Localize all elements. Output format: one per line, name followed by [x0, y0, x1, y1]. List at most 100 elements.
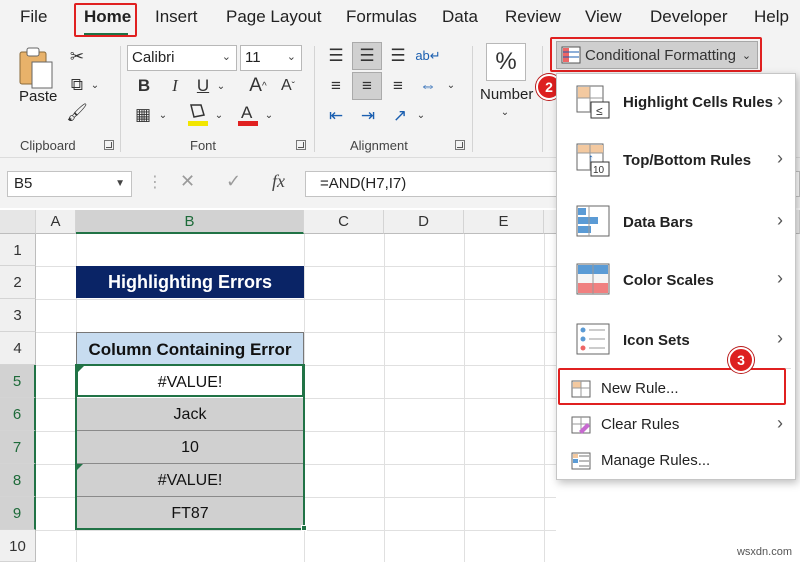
copy-dropdown-icon[interactable]: ⌄: [88, 74, 102, 96]
name-box[interactable]: B5 ▼: [7, 171, 132, 197]
borders-dropdown-icon[interactable]: ⌄: [156, 104, 170, 126]
menu-item-label: Icon Sets: [623, 332, 690, 349]
tab-file[interactable]: File: [20, 7, 47, 27]
chevron-down-icon: ⌄: [221, 51, 231, 63]
row-header-7[interactable]: 7: [0, 431, 36, 464]
cell-b9[interactable]: FT87: [76, 497, 304, 530]
font-launcher-icon[interactable]: [296, 140, 306, 150]
align-center-icon[interactable]: ≡: [352, 72, 382, 100]
chevron-down-icon: ⌄: [286, 51, 296, 63]
top-align-icon[interactable]: ☰: [322, 44, 350, 68]
row-header-4[interactable]: 4: [0, 332, 36, 365]
shrink-font-button[interactable]: Aˇ: [276, 74, 300, 98]
cell-b5[interactable]: #VALUE!: [76, 364, 304, 397]
cell-b7[interactable]: 10: [76, 431, 304, 464]
paste-button[interactable]: [14, 46, 58, 90]
underline-dropdown-icon[interactable]: ⌄: [214, 75, 228, 97]
menu-item-highlight-cells-rules[interactable]: ≤ Highlight Cells Rules ›: [557, 74, 797, 132]
column-header-a[interactable]: A: [36, 210, 76, 234]
fill-handle[interactable]: [301, 525, 307, 531]
number-label[interactable]: Number: [480, 86, 533, 103]
alignment-launcher-icon[interactable]: [455, 140, 465, 150]
tab-view[interactable]: View: [585, 7, 622, 27]
column-header-d[interactable]: D: [384, 210, 464, 234]
tab-data[interactable]: Data: [442, 7, 478, 27]
column-header-b[interactable]: B: [76, 210, 304, 234]
merge-center-icon[interactable]: ⇔: [414, 72, 442, 100]
tab-insert[interactable]: Insert: [155, 7, 198, 27]
step-badge-3: 3: [728, 347, 754, 373]
menu-item-manage-rules[interactable]: Manage Rules...: [557, 444, 797, 478]
fill-color-dropdown-icon[interactable]: ⌄: [212, 104, 226, 126]
row-header-9[interactable]: 9: [0, 497, 36, 530]
wrap-text-icon[interactable]: ab↵: [414, 42, 442, 70]
column-header-e[interactable]: E: [464, 210, 544, 234]
align-right-icon[interactable]: ≡: [384, 74, 412, 98]
chevron-right-icon: ›: [777, 210, 783, 230]
row-header-10[interactable]: 10: [0, 530, 36, 562]
grow-font-button[interactable]: A ^: [246, 74, 270, 98]
menu-item-label: Data Bars: [623, 214, 694, 231]
decrease-indent-icon[interactable]: ⇤: [322, 104, 350, 128]
cell-b8[interactable]: #VALUE!: [76, 464, 304, 497]
copy-icon[interactable]: ⧉: [66, 74, 88, 96]
tab-developer[interactable]: Developer: [650, 7, 728, 27]
column-header-c[interactable]: C: [304, 210, 384, 234]
tab-formulas[interactable]: Formulas: [346, 7, 417, 27]
underline-button[interactable]: U: [192, 75, 214, 97]
number-dropdown-icon[interactable]: ⌄: [498, 104, 512, 120]
clipboard-group-label: Clipboard: [20, 138, 76, 153]
title-cell[interactable]: Highlighting Errors: [76, 266, 304, 298]
cell-b8-value: #VALUE!: [157, 472, 223, 489]
menu-item-top-bottom-rules[interactable]: ↑ 10 Top/Bottom Rules ›: [557, 132, 797, 190]
menu-item-icon-sets[interactable]: Icon Sets ›: [557, 312, 797, 370]
align-left-icon[interactable]: ≡: [322, 74, 350, 98]
row-header-5[interactable]: 5: [0, 365, 36, 398]
chevron-right-icon: ›: [777, 413, 783, 433]
font-size-combo[interactable]: 11 ⌄: [240, 45, 302, 71]
chevron-right-icon: ›: [777, 268, 783, 288]
menu-item-data-bars[interactable]: Data Bars ›: [557, 194, 797, 252]
cell-b5-value: #VALUE!: [157, 374, 223, 391]
tab-review[interactable]: Review: [505, 7, 561, 27]
borders-icon[interactable]: ▦: [132, 104, 154, 126]
row-header-8[interactable]: 8: [0, 464, 36, 497]
svg-text:≤: ≤: [596, 104, 603, 118]
orientation-icon[interactable]: ↗: [386, 104, 414, 128]
tab-page-layout[interactable]: Page Layout: [226, 7, 321, 27]
clipboard-launcher-icon[interactable]: [104, 140, 114, 150]
menu-item-label: Clear Rules: [601, 416, 680, 433]
insert-function-icon[interactable]: fx: [272, 171, 285, 192]
row-header-2[interactable]: 2: [0, 266, 36, 299]
percent-icon[interactable]: %: [486, 43, 526, 81]
middle-align-icon[interactable]: ☰: [352, 42, 382, 70]
highlight-box-home: [74, 3, 137, 37]
bottom-align-icon[interactable]: ☰: [384, 44, 412, 68]
format-painter-icon[interactable]: 🖌: [66, 102, 88, 124]
cut-icon[interactable]: ✂: [66, 46, 88, 68]
row-header-3[interactable]: 3: [0, 299, 36, 332]
menu-item-color-scales[interactable]: Color Scales ›: [557, 252, 797, 310]
row-header-6[interactable]: 6: [0, 398, 36, 431]
increase-indent-icon[interactable]: ⇥: [354, 104, 382, 128]
italic-button[interactable]: I: [164, 75, 186, 97]
top-bottom-icon: ↑ 10: [576, 143, 610, 177]
menu-item-label: Color Scales: [623, 272, 714, 289]
font-color-dropdown-icon[interactable]: ⌄: [262, 104, 276, 126]
font-name-combo[interactable]: Calibri ⌄: [127, 45, 237, 71]
row-header-1[interactable]: 1: [0, 234, 36, 266]
tab-help[interactable]: Help: [754, 7, 789, 27]
cell-b6[interactable]: Jack: [76, 398, 304, 431]
cancel-icon[interactable]: ✕: [180, 171, 195, 192]
bold-button[interactable]: B: [133, 75, 155, 97]
paste-label[interactable]: Paste: [19, 88, 57, 105]
highlight-box-conditional-formatting: [550, 37, 762, 72]
select-all-corner[interactable]: [0, 210, 36, 234]
menu-item-clear-rules[interactable]: Clear Rules ›: [557, 408, 797, 442]
font-color-icon[interactable]: A: [236, 102, 260, 126]
enter-icon[interactable]: ✓: [226, 171, 241, 192]
column-header-cell[interactable]: Column Containing Error: [76, 332, 304, 365]
fill-color-icon[interactable]: [186, 102, 210, 126]
orientation-dropdown-icon[interactable]: ⌄: [414, 104, 428, 126]
merge-dropdown-icon[interactable]: ⌄: [444, 74, 458, 96]
